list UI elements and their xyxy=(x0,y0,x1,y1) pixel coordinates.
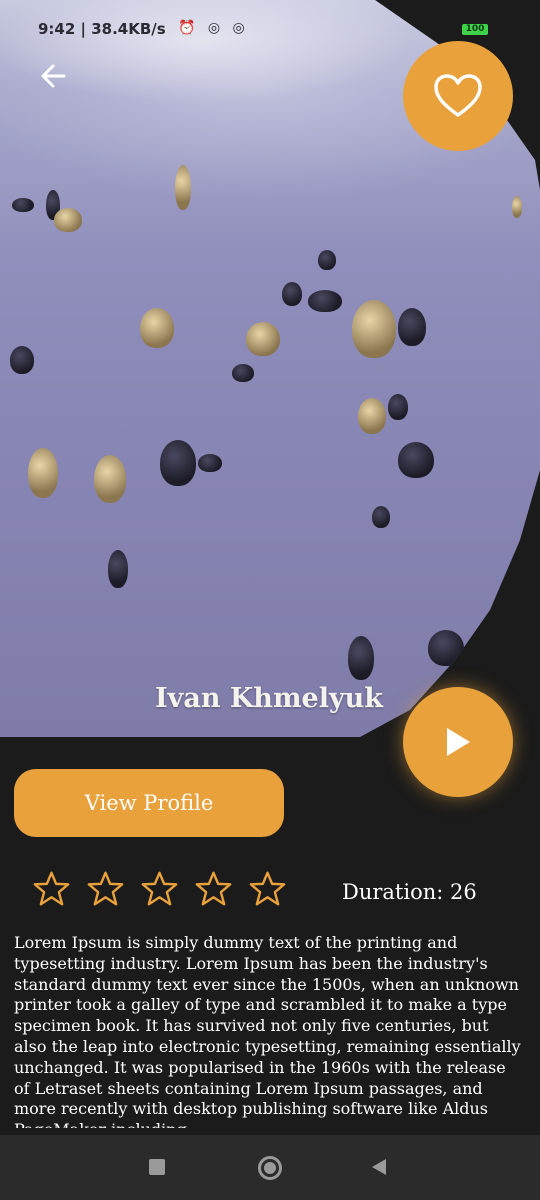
play-icon xyxy=(447,728,470,756)
recents-icon[interactable] xyxy=(149,1159,165,1175)
star-icon[interactable] xyxy=(87,870,124,907)
artist-name: Ivan Khmelyuk xyxy=(155,683,383,714)
back-nav-icon[interactable] xyxy=(372,1159,386,1175)
rating-stars[interactable] xyxy=(33,870,286,907)
star-icon[interactable] xyxy=(249,870,286,907)
status-time: 9:42 | 38.4KB/s xyxy=(38,20,166,38)
status-icons: ⏰ ◎ ◎ xyxy=(178,20,249,36)
star-icon[interactable] xyxy=(195,870,232,907)
heart-outline-icon xyxy=(434,74,482,117)
system-nav-bar xyxy=(0,1135,540,1200)
view-profile-button[interactable]: View Profile xyxy=(14,769,284,837)
duration-text: Duration: 26 xyxy=(342,880,477,904)
favorite-button[interactable] xyxy=(403,41,513,151)
arrow-left-icon xyxy=(41,64,66,88)
battery-icon: 100 xyxy=(462,24,488,35)
description-text: Lorem Ipsum is simply dummy text of the … xyxy=(14,933,521,1128)
back-button[interactable] xyxy=(36,58,72,94)
star-icon[interactable] xyxy=(141,870,178,907)
home-icon[interactable] xyxy=(258,1156,282,1180)
star-icon[interactable] xyxy=(33,870,70,907)
play-button[interactable] xyxy=(403,687,513,797)
